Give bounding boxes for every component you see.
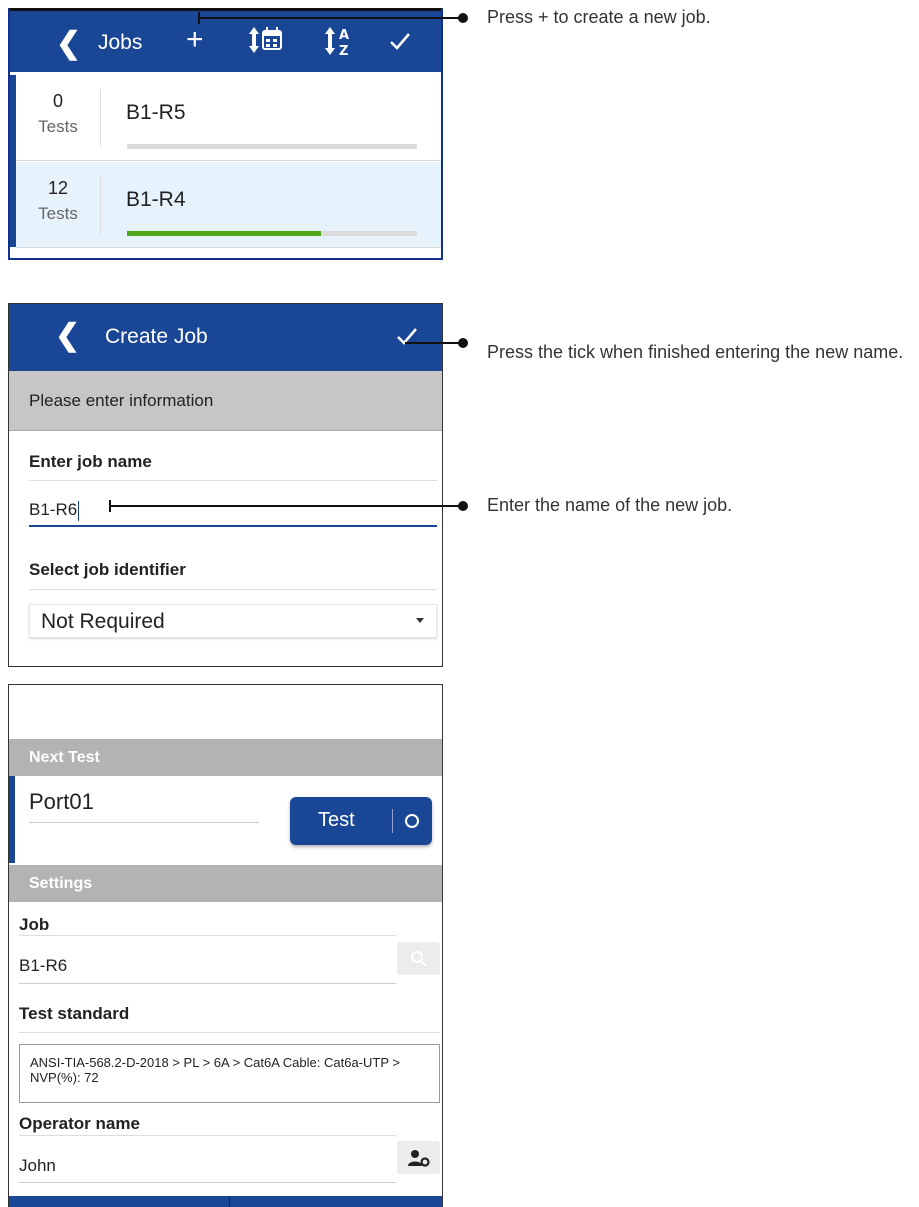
text-caret [78,500,80,521]
back-icon[interactable]: ❮ [55,321,80,351]
progress-bar [127,231,417,236]
job-name: B1-R4 [126,188,186,211]
job-name-value: B1-R6 [29,500,78,519]
sort-alphabetical-icon[interactable]: A Z [324,25,358,65]
test-count-unit: Tests [38,117,78,136]
row-accent-bar [9,776,15,863]
jobs-screen: ❮ Jobs + A Z 0 Tests B1-R5 12 Tests B1-R… [8,8,443,260]
divider [29,480,437,481]
check-icon[interactable] [388,27,412,61]
divider [19,1135,396,1136]
divider [100,89,101,147]
divider [29,589,437,590]
job-value[interactable]: B1-R6 [19,956,67,976]
progress-fill [127,231,322,236]
callout-line [110,505,461,507]
divider [19,1182,396,1183]
callout-enter-name: Enter the name of the new job. [487,495,733,515]
settings-header: Settings [9,865,442,902]
create-job-appbar: ❮ Create Job [9,304,442,371]
job-identifier-label: Select job identifier [29,560,186,579]
user-gear-icon [407,1149,430,1167]
list-item[interactable]: 12 Tests B1-R4 [16,162,441,248]
next-test-header: Next Test [9,739,442,776]
bottom-nav-bar [9,1196,442,1207]
info-header: Please enter information [9,371,442,431]
divider [19,935,396,936]
input-underline [29,525,437,527]
test-button-label: Test [318,809,355,831]
divider [100,176,101,234]
job-label: Job [19,915,50,934]
operator-settings-button[interactable] [397,1141,440,1174]
tick-icon[interactable] [395,324,419,355]
create-job-screen: ❮ Create Job Please enter information En… [8,303,443,667]
search-button[interactable] [397,942,440,975]
status-circle-icon [405,814,419,828]
divider [19,1032,440,1033]
list-item[interactable]: 0 Tests B1-R5 [16,75,441,161]
test-count: 0 [52,91,63,111]
job-name: B1-R5 [126,101,186,124]
callout-tick-instruction: Press the tick when finished entering th… [487,342,904,362]
job-name-input[interactable]: B1-R6 [29,500,80,521]
operator-name-label: Operator name [19,1114,140,1133]
search-icon [410,950,427,967]
add-job-button[interactable]: + [186,23,204,57]
test-standard-value[interactable]: ANSI-TIA-568.2-D-2018 > PL > 6A > Cat6A … [19,1044,440,1103]
callout-line [405,342,461,344]
back-icon[interactable]: ❮ [56,29,81,59]
sort-by-date-icon[interactable] [248,25,284,63]
divider [29,822,259,823]
callout-line [199,17,461,19]
chevron-down-icon [416,618,424,623]
svg-text:Z: Z [339,44,348,57]
test-standard-label: Test standard [19,1004,130,1023]
operator-name-value[interactable]: John [19,1156,56,1176]
svg-text:A: A [339,28,349,43]
job-identifier-select[interactable]: Not Required [29,604,437,638]
test-screen: Next Test Port01 Test Settings Job B1-R6… [8,684,443,1207]
divider [19,983,396,984]
test-button[interactable]: Test [290,797,432,845]
button-separator [392,809,393,833]
callout-dot [458,13,468,23]
divider [229,1196,230,1207]
test-count: 12 [47,178,69,198]
callout-dot [458,501,468,511]
page-title: Create Job [105,325,208,348]
port-name[interactable]: Port01 [29,789,94,815]
page-title: Jobs [98,31,143,54]
job-identifier-value: Not Required [41,610,165,633]
test-count-unit: Tests [38,204,78,223]
progress-bar [127,144,417,149]
callout-dot [458,338,468,348]
callout-add-job: Press + to create a new job. [487,7,711,27]
job-name-label: Enter job name [29,452,152,471]
